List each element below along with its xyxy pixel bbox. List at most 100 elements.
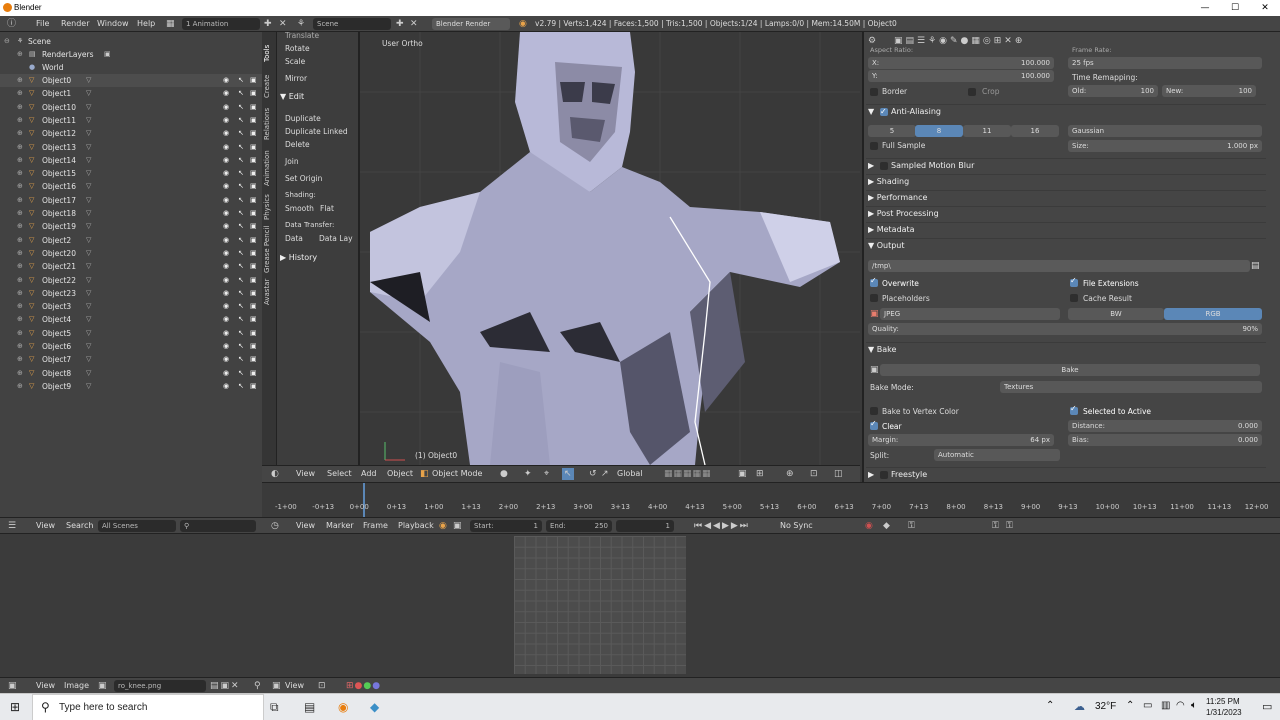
outliner-object-row[interactable]: ⊕ ▽ Object16 ▽ ◉ ↖ ▣ [0,180,262,193]
pivot-point-icon[interactable]: ✦ [524,468,532,480]
visibility-eye-icon[interactable]: ◉ [223,287,229,300]
show-hidden-icons[interactable]: ⌃ [1126,700,1134,711]
selectable-arrow-icon[interactable]: ↖ [238,260,244,273]
delete-keyframe-icon[interactable]: ⚿ [1006,520,1013,532]
expand-icon[interactable]: ⊕ [17,48,23,61]
outliner-object-row[interactable]: ⊕ ▽ Object15 ▽ ◉ ↖ ▣ [0,167,262,180]
maximize-button[interactable]: ☐ [1220,0,1250,16]
full-sample-checkbox[interactable] [870,142,878,150]
selectable-arrow-icon[interactable]: ↖ [238,180,244,193]
renderable-camera-icon[interactable]: ▣ [250,260,257,273]
outliner-object-row[interactable]: ⊕ ▽ Object20 ▽ ◉ ↖ ▣ [0,247,262,260]
notifications-icon[interactable]: ▭ [1262,700,1272,713]
placeholders-checkbox[interactable] [870,294,878,302]
file-format-select[interactable]: JPEG [880,308,1060,320]
start-frame-field[interactable]: Start: 1 [470,520,542,532]
menu-search[interactable]: Search [66,521,93,530]
delete-button[interactable]: Delete [285,140,310,149]
selectable-arrow-icon[interactable]: ↖ [238,101,244,114]
visibility-eye-icon[interactable]: ◉ [223,180,229,193]
selectable-arrow-icon[interactable]: ↖ [238,274,244,287]
expand-icon[interactable]: ⊕ [17,154,23,167]
selectable-arrow-icon[interactable]: ↖ [238,74,244,87]
selectable-arrow-icon[interactable]: ↖ [238,287,244,300]
expand-icon[interactable]: ⊕ [17,101,23,114]
outliner-object-row[interactable]: ⊕ ▽ Object2 ▽ ◉ ↖ ▣ [0,234,262,247]
task-view-icon[interactable]: ⧉ [270,700,279,715]
mesh-data-icon[interactable]: ▽ [86,167,91,180]
renderable-camera-icon[interactable]: ▣ [250,180,257,193]
visibility-eye-icon[interactable]: ◉ [223,194,229,207]
selectable-arrow-icon[interactable]: ↖ [238,327,244,340]
visibility-eye-icon[interactable]: ◉ [223,154,229,167]
expand-icon[interactable]: ⊕ [17,247,23,260]
time-remap-new-field[interactable]: New: 100 [1162,85,1256,97]
windows-start-icon[interactable]: ⊞ [10,700,20,714]
mesh-data-icon[interactable]: ▽ [86,207,91,220]
add-scene-icon[interactable]: ✚ [396,18,404,30]
image-action-icons[interactable]: ▤▣✕ [210,680,241,692]
mesh-data-icon[interactable]: ▽ [86,247,91,260]
renderable-camera-icon[interactable]: ▣ [250,87,257,100]
selectable-arrow-icon[interactable]: ↖ [238,114,244,127]
taskbar-search-box[interactable]: ⚲ Type here to search [32,694,264,720]
context-tab-icons[interactable]: ▣▤☰⚘◉✎●▦◎⊞✕⊕ [894,35,1025,47]
minimize-button[interactable]: — [1190,0,1220,16]
freestyle-panel-header[interactable]: ▶ Freestyle [866,467,1266,481]
mesh-data-icon[interactable]: ▽ [86,114,91,127]
rotate-button[interactable]: Rotate [285,44,310,53]
selectable-arrow-icon[interactable]: ↖ [238,367,244,380]
menu-playback[interactable]: Playback [398,521,434,530]
output-path-field[interactable]: /tmp\ [868,260,1250,272]
view-mode-select[interactable]: View [285,681,304,690]
renderable-camera-icon[interactable]: ▣ [250,234,257,247]
3d-viewport[interactable]: User Ortho (1) Object0 [358,32,860,465]
translate-manipulator-icon[interactable]: ↖ [562,468,574,480]
mesh-data-icon[interactable]: ▽ [86,353,91,366]
renderable-camera-icon[interactable]: ▣ [250,367,257,380]
insert-keyframe-icon[interactable]: ⚿ [992,520,999,532]
visibility-eye-icon[interactable]: ◉ [223,87,229,100]
split-select[interactable]: Automatic [934,449,1060,461]
visibility-eye-icon[interactable]: ◉ [223,327,229,340]
performance-panel-header[interactable]: ▶ Performance [866,190,1266,204]
outliner-scene-row[interactable]: ⊖ ⚘ Scene [0,35,262,48]
translate-button[interactable]: Translate [285,31,319,40]
tab-tools[interactable]: Tools [263,38,275,68]
color-rgb-button[interactable]: RGB [1164,308,1262,320]
viewport-shading-icon[interactable]: ● [500,468,508,480]
layers-grid[interactable]: ▦▦▦▦▦ [664,468,712,480]
mesh-data-icon[interactable]: ▽ [86,260,91,273]
cache-result-checkbox[interactable] [1070,294,1078,302]
visibility-eye-icon[interactable]: ◉ [223,74,229,87]
renderable-camera-icon[interactable]: ▣ [250,313,257,326]
bake-panel-header[interactable]: ▼ Bake [866,342,1266,356]
renderable-camera-icon[interactable]: ▣ [250,194,257,207]
renderable-camera-icon[interactable]: ▣ [250,327,257,340]
render-engine-select[interactable]: Blender Render [432,18,510,30]
expand-icon[interactable]: ⊕ [17,313,23,326]
pin-icon[interactable]: ⚲ [254,680,261,692]
selectable-arrow-icon[interactable]: ↖ [238,154,244,167]
record-icon[interactable]: ◉ [865,520,873,532]
current-frame-indicator[interactable] [363,483,365,518]
tray-overflow-icon[interactable]: ⌃ [1046,700,1054,711]
expand-icon[interactable]: ⊕ [17,74,23,87]
visibility-eye-icon[interactable]: ◉ [223,247,229,260]
outliner-object-row[interactable]: ⊕ ▽ Object17 ▽ ◉ ↖ ▣ [0,194,262,207]
visibility-eye-icon[interactable]: ◉ [223,207,229,220]
file-extensions-checkbox[interactable] [1070,276,1078,287]
expand-icon[interactable]: ⊕ [17,141,23,154]
visibility-eye-icon[interactable]: ◉ [223,340,229,353]
outliner-object-row[interactable]: ⊕ ▽ Object12 ▽ ◉ ↖ ▣ [0,127,262,140]
manipulator-icon[interactable]: ⌖ [544,468,549,480]
playback-controls[interactable]: ⏮◀◀▶▶⏭ [694,520,750,532]
menu-view[interactable]: View [36,681,55,690]
visibility-eye-icon[interactable]: ◉ [223,101,229,114]
expand-icon[interactable]: ⊕ [17,340,23,353]
outliner-object-row[interactable]: ⊕ ▽ Object6 ▽ ◉ ↖ ▣ [0,340,262,353]
visibility-eye-icon[interactable]: ◉ [223,167,229,180]
editor-type-icon[interactable]: ☰ [8,520,16,532]
join-button[interactable]: Join [285,157,299,166]
expand-icon[interactable]: ⊕ [17,180,23,193]
